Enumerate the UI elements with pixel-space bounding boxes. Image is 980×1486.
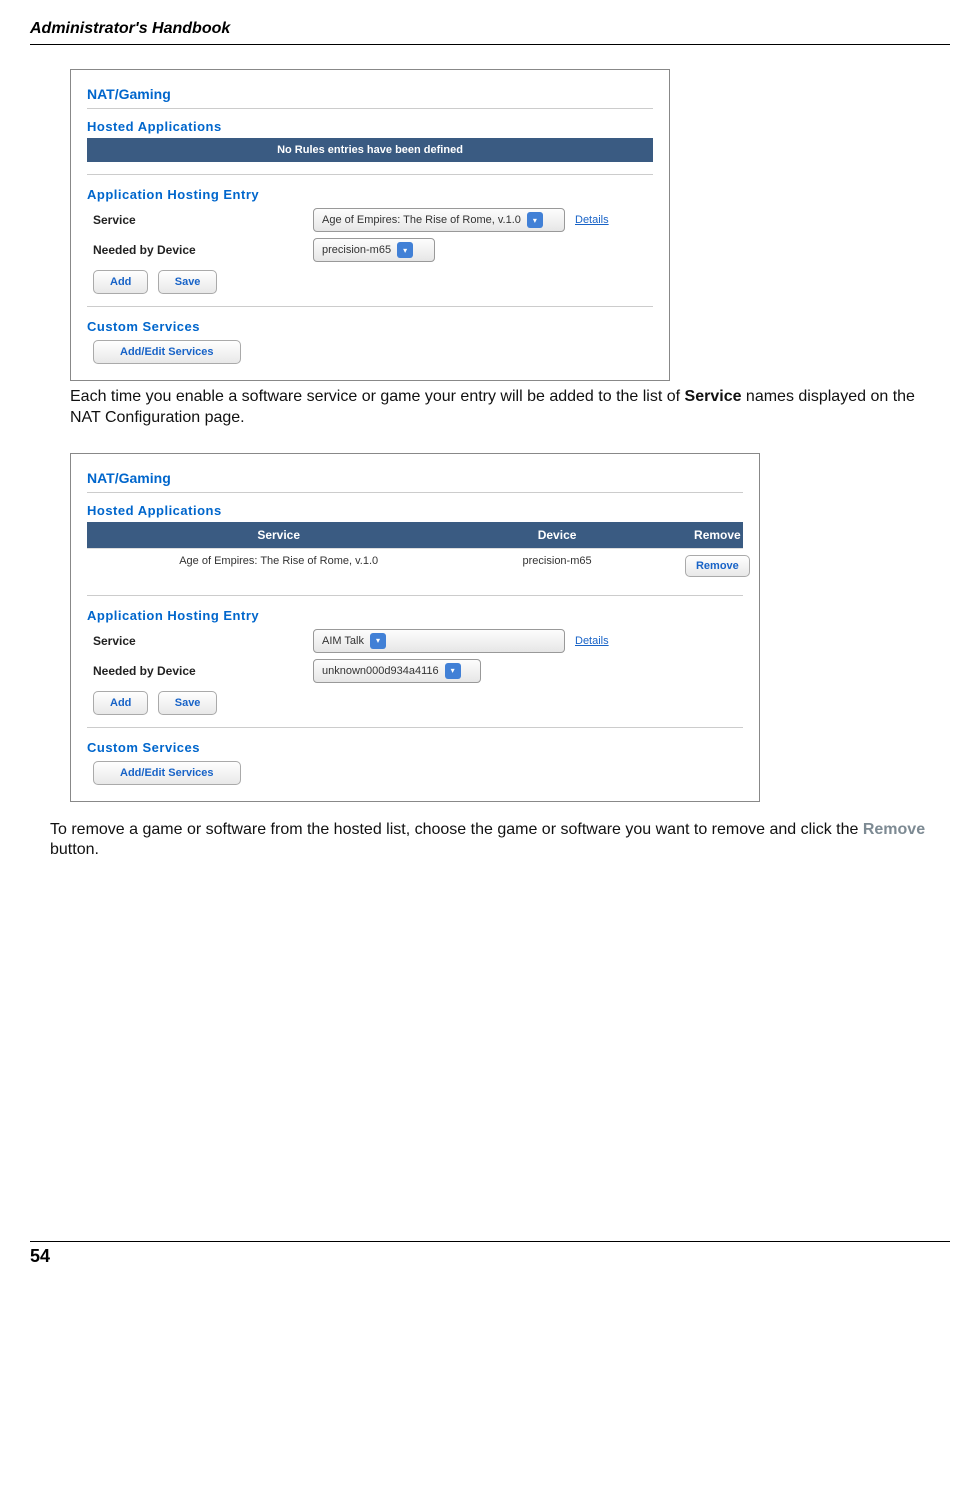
add-button[interactable]: Add bbox=[93, 270, 148, 294]
device-select-value: unknown000d934a4116 bbox=[322, 665, 439, 677]
addedit-services-button[interactable]: Add/Edit Services bbox=[93, 761, 241, 785]
service-select[interactable]: AIM Talk ▾ bbox=[313, 629, 565, 653]
dropdown-icon: ▾ bbox=[445, 663, 461, 679]
device-select-value: precision-m65 bbox=[322, 244, 391, 256]
remove-button[interactable]: Remove bbox=[685, 555, 750, 577]
custom-services-title: Custom Services bbox=[87, 740, 743, 755]
service-select-value: AIM Talk bbox=[322, 635, 364, 647]
custom-services-title: Custom Services bbox=[87, 319, 653, 334]
device-select[interactable]: unknown000d934a4116 ▾ bbox=[313, 659, 481, 683]
save-button[interactable]: Save bbox=[158, 691, 218, 715]
service-select-value: Age of Empires: The Rise of Rome, v.1.0 bbox=[322, 214, 521, 226]
entry-title: Application Hosting Entry bbox=[87, 608, 743, 623]
dropdown-icon: ▾ bbox=[527, 212, 543, 228]
hosted-table-header: Service Device Remove bbox=[87, 522, 743, 548]
addedit-services-button[interactable]: Add/Edit Services bbox=[93, 340, 241, 364]
row-device: precision-m65 bbox=[470, 549, 643, 583]
dropdown-icon: ▾ bbox=[370, 633, 386, 649]
paragraph-enable: Each time you enable a software service … bbox=[70, 387, 940, 429]
service-label: Service bbox=[87, 634, 313, 648]
hosted-apps-title: Hosted Applications bbox=[87, 503, 743, 518]
col-remove: Remove bbox=[644, 522, 791, 548]
hosted-apps-title: Hosted Applications bbox=[87, 119, 653, 134]
row-service: Age of Empires: The Rise of Rome, v.1.0 bbox=[87, 549, 470, 583]
details-link[interactable]: Details bbox=[575, 635, 609, 647]
add-button[interactable]: Add bbox=[93, 691, 148, 715]
entry-title: Application Hosting Entry bbox=[87, 187, 653, 202]
nat-title: NAT/Gaming bbox=[87, 470, 743, 486]
device-label: Needed by Device bbox=[87, 664, 313, 678]
save-button[interactable]: Save bbox=[158, 270, 218, 294]
nat-title: NAT/Gaming bbox=[87, 86, 653, 102]
page-number: 54 bbox=[30, 1241, 950, 1267]
paragraph-remove: To remove a game or software from the ho… bbox=[50, 820, 950, 862]
dropdown-icon: ▾ bbox=[397, 242, 413, 258]
screenshot-nat-empty: NAT/Gaming Hosted Applications No Rules … bbox=[70, 69, 670, 381]
service-label: Service bbox=[87, 213, 313, 227]
col-device: Device bbox=[470, 522, 643, 548]
screenshot-nat-listed: NAT/Gaming Hosted Applications Service D… bbox=[70, 453, 760, 802]
details-link[interactable]: Details bbox=[575, 214, 609, 226]
col-service: Service bbox=[87, 522, 470, 548]
table-row: Age of Empires: The Rise of Rome, v.1.0 … bbox=[87, 548, 743, 583]
device-select[interactable]: precision-m65 ▾ bbox=[313, 238, 435, 262]
service-select[interactable]: Age of Empires: The Rise of Rome, v.1.0 … bbox=[313, 208, 565, 232]
device-label: Needed by Device bbox=[87, 243, 313, 257]
no-rules-banner: No Rules entries have been defined bbox=[87, 138, 653, 162]
page-header: Administrator's Handbook bbox=[30, 20, 950, 45]
